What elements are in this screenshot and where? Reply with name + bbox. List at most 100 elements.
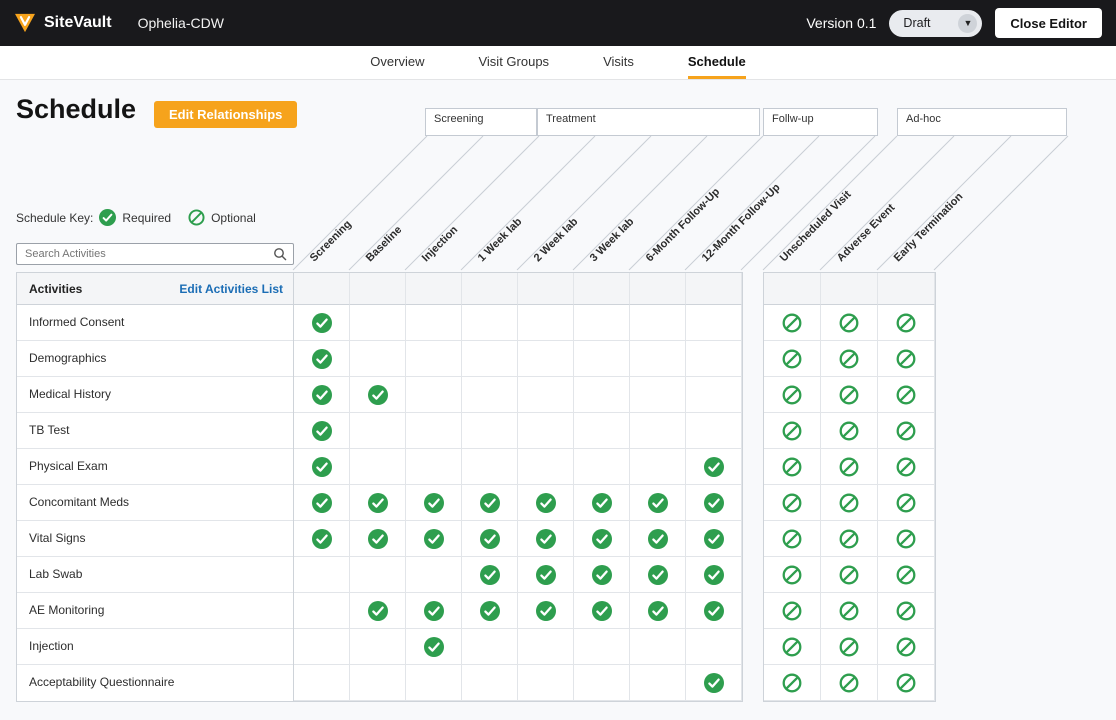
visit-column-label-1-week-lab[interactable]: 1 Week lab — [475, 215, 525, 265]
schedule-cell[interactable] — [574, 557, 630, 593]
visit-column-label-screening[interactable]: Screening — [307, 217, 355, 265]
schedule-cell[interactable] — [764, 449, 821, 485]
schedule-cell[interactable] — [462, 305, 518, 341]
schedule-cell[interactable] — [406, 413, 462, 449]
schedule-cell[interactable] — [878, 629, 935, 665]
close-editor-button[interactable]: Close Editor — [995, 8, 1102, 38]
schedule-cell[interactable] — [821, 341, 878, 377]
schedule-cell[interactable] — [821, 593, 878, 629]
schedule-cell[interactable] — [574, 305, 630, 341]
visit-column-label-3-week-lab[interactable]: 3 Week lab — [587, 215, 637, 265]
schedule-cell[interactable] — [406, 341, 462, 377]
visit-column-label-early-termination[interactable]: Early Termination — [891, 190, 966, 265]
schedule-cell[interactable] — [821, 665, 878, 701]
schedule-cell[interactable] — [518, 557, 574, 593]
schedule-cell[interactable] — [764, 593, 821, 629]
schedule-cell[interactable] — [764, 485, 821, 521]
schedule-cell[interactable] — [294, 629, 350, 665]
schedule-cell[interactable] — [294, 413, 350, 449]
schedule-cell[interactable] — [294, 449, 350, 485]
tab-overview[interactable]: Overview — [370, 46, 424, 79]
schedule-cell[interactable] — [821, 629, 878, 665]
schedule-cell[interactable] — [574, 341, 630, 377]
schedule-cell[interactable] — [764, 665, 821, 701]
schedule-cell[interactable] — [518, 521, 574, 557]
schedule-cell[interactable] — [630, 521, 686, 557]
schedule-cell[interactable] — [406, 665, 462, 701]
schedule-cell[interactable] — [462, 593, 518, 629]
schedule-cell[interactable] — [821, 305, 878, 341]
schedule-cell[interactable] — [821, 485, 878, 521]
schedule-cell[interactable] — [764, 521, 821, 557]
schedule-cell[interactable] — [462, 521, 518, 557]
schedule-cell[interactable] — [462, 485, 518, 521]
schedule-cell[interactable] — [294, 485, 350, 521]
schedule-cell[interactable] — [462, 377, 518, 413]
schedule-cell[interactable] — [630, 557, 686, 593]
schedule-cell[interactable] — [821, 413, 878, 449]
schedule-cell[interactable] — [518, 305, 574, 341]
schedule-cell[interactable] — [294, 665, 350, 701]
schedule-cell[interactable] — [294, 557, 350, 593]
edit-activities-list-link[interactable]: Edit Activities List — [179, 282, 283, 296]
schedule-cell[interactable] — [764, 341, 821, 377]
schedule-cell[interactable] — [294, 521, 350, 557]
schedule-cell[interactable] — [350, 485, 406, 521]
schedule-cell[interactable] — [764, 305, 821, 341]
schedule-cell[interactable] — [878, 305, 935, 341]
schedule-cell[interactable] — [630, 377, 686, 413]
schedule-cell[interactable] — [462, 665, 518, 701]
schedule-cell[interactable] — [462, 341, 518, 377]
schedule-cell[interactable] — [518, 485, 574, 521]
schedule-cell[interactable] — [878, 521, 935, 557]
schedule-cell[interactable] — [406, 485, 462, 521]
schedule-cell[interactable] — [574, 413, 630, 449]
schedule-cell[interactable] — [686, 665, 742, 701]
schedule-cell[interactable] — [764, 557, 821, 593]
schedule-cell[interactable] — [294, 341, 350, 377]
schedule-cell[interactable] — [350, 341, 406, 377]
schedule-cell[interactable] — [686, 521, 742, 557]
schedule-cell[interactable] — [574, 593, 630, 629]
schedule-cell[interactable] — [350, 305, 406, 341]
visit-column-label-adverse-event[interactable]: Adverse Event — [834, 201, 898, 265]
schedule-cell[interactable] — [878, 341, 935, 377]
schedule-cell[interactable] — [518, 593, 574, 629]
schedule-cell[interactable] — [406, 449, 462, 485]
schedule-cell[interactable] — [406, 593, 462, 629]
schedule-cell[interactable] — [350, 665, 406, 701]
tab-visits[interactable]: Visits — [603, 46, 634, 79]
schedule-cell[interactable] — [764, 377, 821, 413]
schedule-cell[interactable] — [518, 413, 574, 449]
schedule-cell[interactable] — [630, 629, 686, 665]
schedule-cell[interactable] — [462, 629, 518, 665]
schedule-cell[interactable] — [630, 665, 686, 701]
schedule-cell[interactable] — [686, 413, 742, 449]
schedule-cell[interactable] — [686, 341, 742, 377]
schedule-cell[interactable] — [686, 485, 742, 521]
schedule-cell[interactable] — [574, 521, 630, 557]
schedule-cell[interactable] — [764, 629, 821, 665]
schedule-cell[interactable] — [350, 413, 406, 449]
schedule-cell[interactable] — [630, 485, 686, 521]
schedule-cell[interactable] — [574, 629, 630, 665]
schedule-cell[interactable] — [878, 665, 935, 701]
tab-schedule[interactable]: Schedule — [688, 46, 746, 79]
schedule-cell[interactable] — [294, 593, 350, 629]
schedule-cell[interactable] — [630, 305, 686, 341]
schedule-cell[interactable] — [574, 485, 630, 521]
schedule-cell[interactable] — [574, 449, 630, 485]
schedule-cell[interactable] — [878, 413, 935, 449]
visit-column-label-baseline[interactable]: Baseline — [363, 223, 405, 265]
schedule-cell[interactable] — [350, 629, 406, 665]
schedule-cell[interactable] — [686, 593, 742, 629]
schedule-cell[interactable] — [462, 449, 518, 485]
schedule-cell[interactable] — [406, 629, 462, 665]
schedule-cell[interactable] — [574, 377, 630, 413]
schedule-cell[interactable] — [294, 377, 350, 413]
schedule-cell[interactable] — [764, 413, 821, 449]
schedule-cell[interactable] — [518, 377, 574, 413]
schedule-cell[interactable] — [686, 305, 742, 341]
schedule-cell[interactable] — [630, 449, 686, 485]
schedule-cell[interactable] — [686, 377, 742, 413]
